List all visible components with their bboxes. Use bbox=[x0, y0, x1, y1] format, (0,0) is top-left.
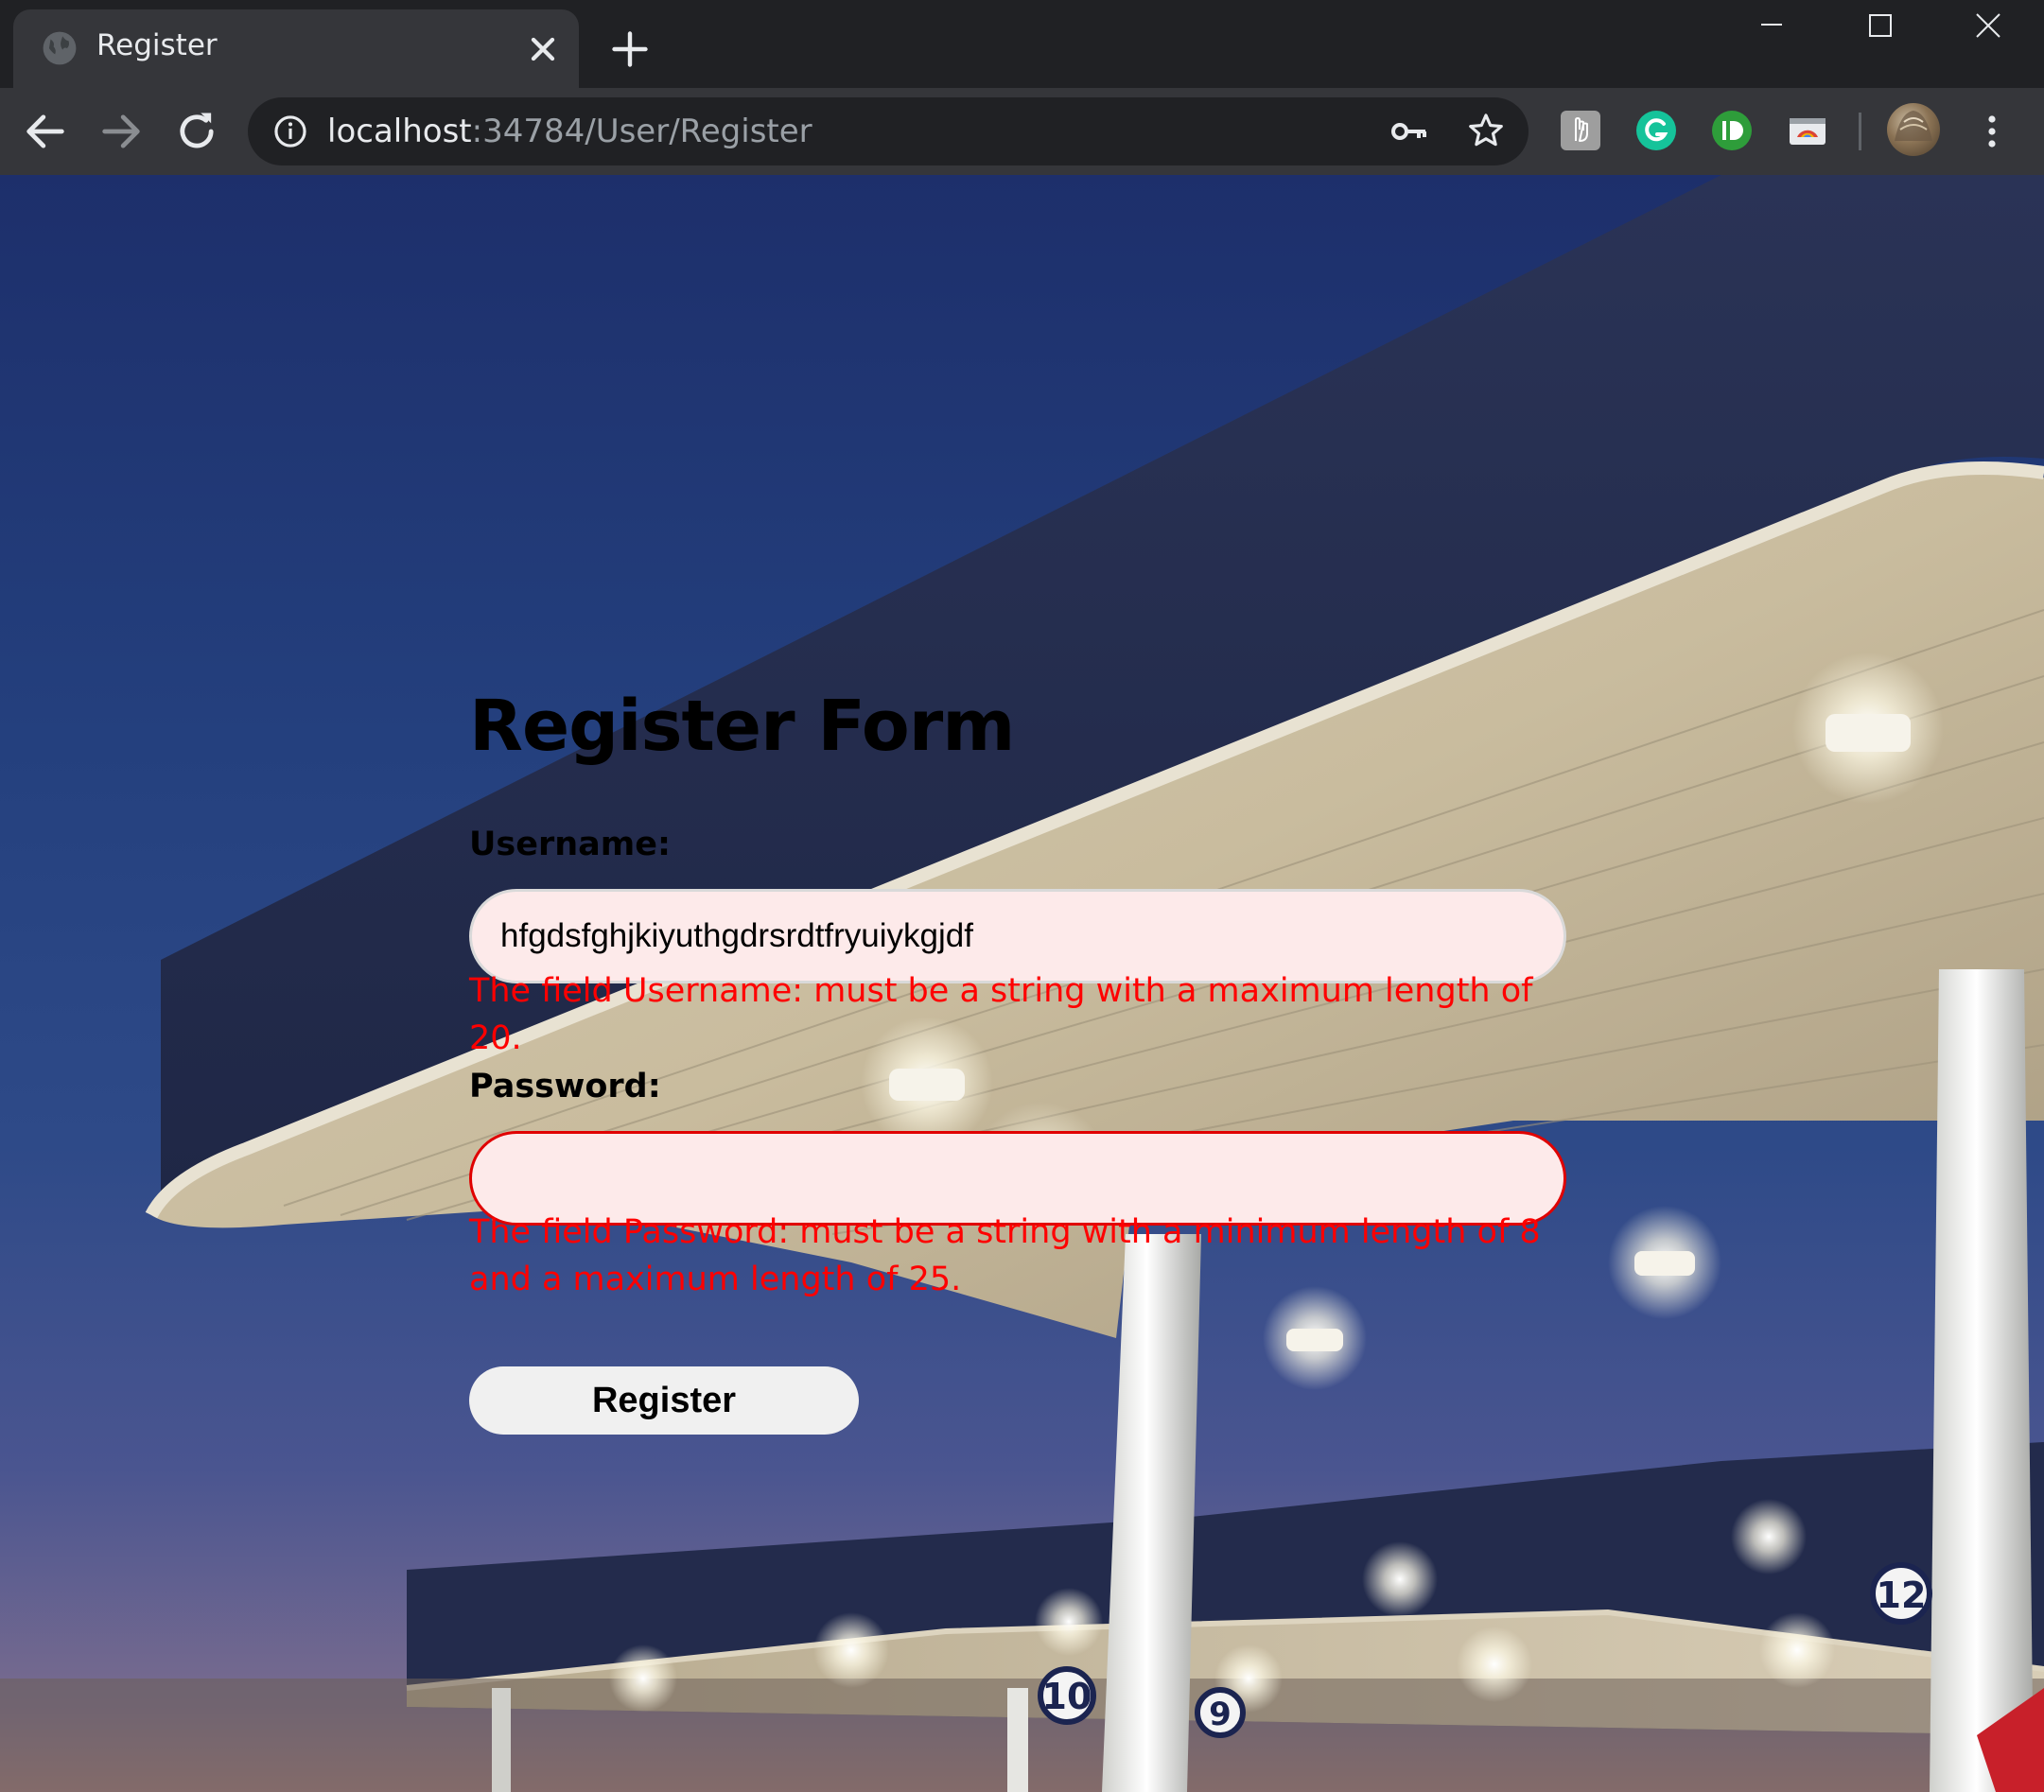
svg-text:9: 9 bbox=[1209, 1696, 1232, 1733]
minimize-icon[interactable] bbox=[1743, 4, 1800, 49]
url-host: localhost bbox=[327, 113, 472, 150]
page-title: Register Form bbox=[469, 686, 1015, 767]
avatar-image bbox=[1895, 111, 1932, 141]
arrow-left-icon[interactable] bbox=[21, 107, 70, 156]
page-viewport: 10 9 12 Register Form Username: The fiel… bbox=[0, 175, 2044, 1792]
svg-text:12: 12 bbox=[1877, 1575, 1927, 1616]
key-icon[interactable] bbox=[1390, 114, 1428, 148]
plus-icon[interactable] bbox=[609, 28, 651, 70]
browser-tab[interactable]: Register bbox=[13, 9, 579, 88]
svg-text:10: 10 bbox=[1042, 1676, 1092, 1717]
address-bar[interactable]: localhost:34784/User/Register bbox=[248, 97, 1529, 165]
info-icon[interactable] bbox=[272, 113, 308, 149]
close-icon[interactable] bbox=[524, 30, 562, 68]
reload-icon[interactable] bbox=[172, 107, 221, 156]
password-error-message: The field Password: must be a string wit… bbox=[469, 1213, 1541, 1298]
cast-extension-icon[interactable] bbox=[1786, 109, 1829, 152]
window-close-icon[interactable] bbox=[1960, 4, 2017, 49]
browser-titlebar: Register bbox=[0, 0, 2044, 88]
register-button[interactable]: Register bbox=[469, 1366, 859, 1435]
star-icon[interactable] bbox=[1466, 111, 1506, 150]
tab-title: Register bbox=[96, 28, 218, 62]
username-error-message: The field Username: must be a string wit… bbox=[469, 972, 1533, 1057]
id-extension-icon[interactable] bbox=[1710, 109, 1754, 152]
globe-icon bbox=[43, 31, 77, 65]
maximize-icon[interactable] bbox=[1852, 4, 1909, 49]
toolbar-separator bbox=[1859, 113, 1861, 150]
password-label: Password: bbox=[469, 1068, 661, 1105]
hand-extension-icon[interactable] bbox=[1559, 109, 1602, 152]
kebab-menu-icon[interactable] bbox=[1975, 109, 2009, 154]
username-label: Username: bbox=[469, 826, 671, 863]
avatar[interactable] bbox=[1887, 103, 1940, 156]
url-path: :34784/User/Register bbox=[471, 113, 812, 150]
grammarly-icon[interactable] bbox=[1634, 109, 1678, 152]
url-text[interactable]: localhost:34784/User/Register bbox=[327, 113, 812, 150]
arrow-right-icon[interactable] bbox=[96, 107, 146, 156]
browser-toolbar: localhost:34784/User/Register bbox=[0, 88, 2044, 175]
